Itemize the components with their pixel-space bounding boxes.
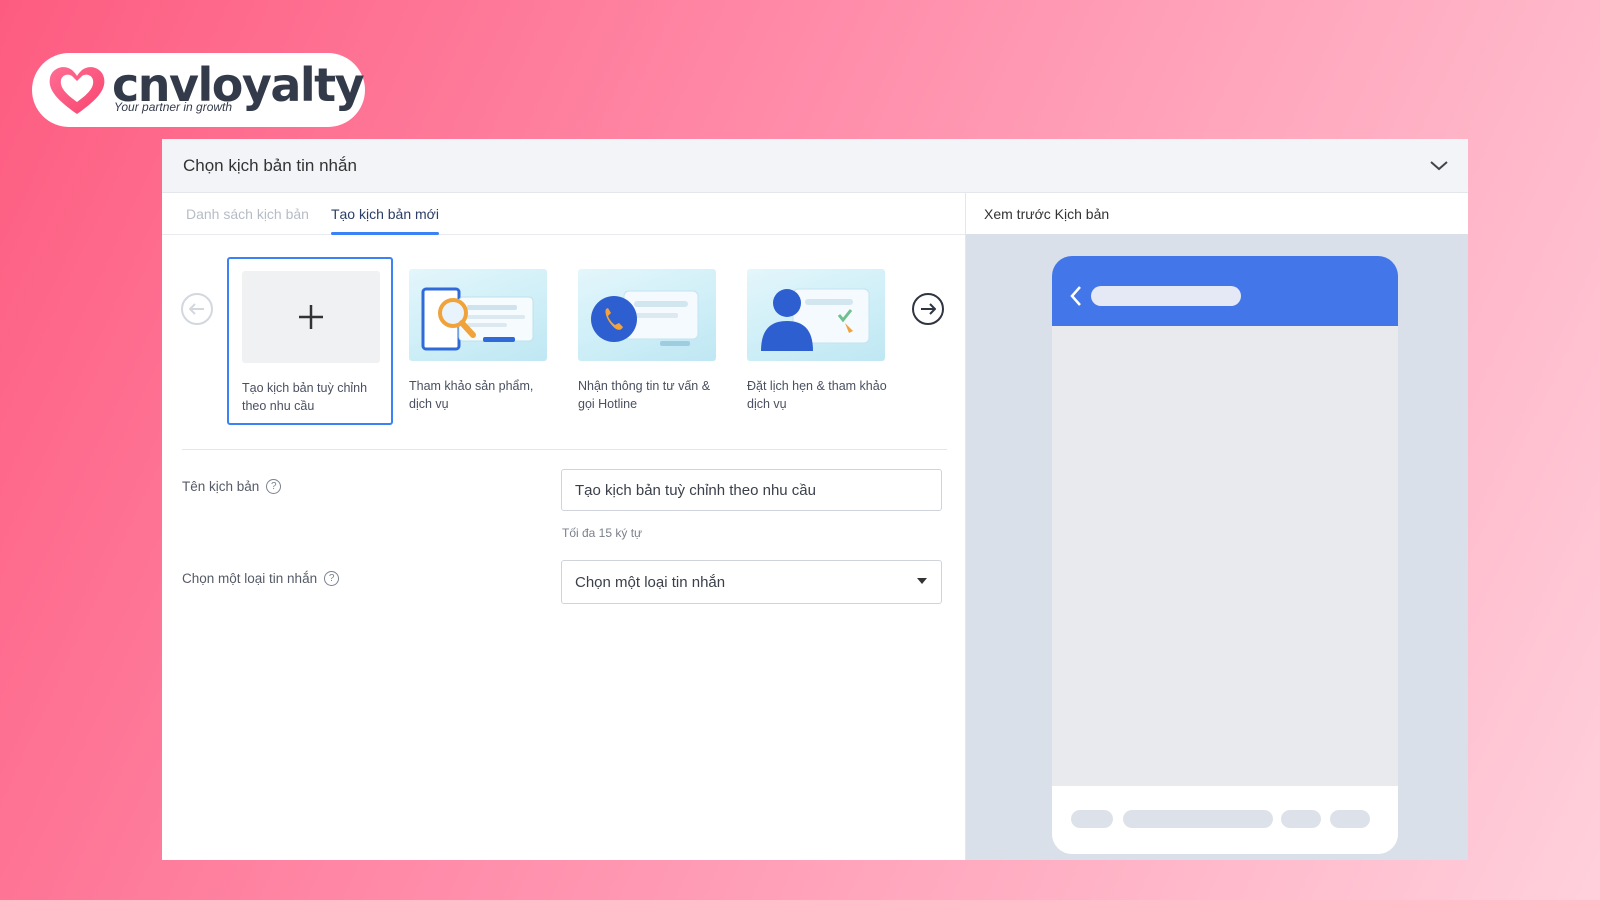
- template-card-hotline[interactable]: Nhận thông tin tư vấn & gọi Hotline: [565, 257, 731, 425]
- editor-section: Danh sách kịch bản Tạo kịch bản mới Tạo …: [162, 193, 966, 860]
- brand-tagline: Your partner in growth: [114, 100, 233, 114]
- message-type-select[interactable]: Chọn một loại tin nhắn: [561, 560, 942, 604]
- carousel-next-button[interactable]: [912, 293, 944, 325]
- heart-logo-icon: [49, 67, 105, 114]
- template-card-products[interactable]: Tham khảo sản phẩm, dịch vụ: [396, 257, 562, 425]
- tab-new-scenario[interactable]: Tạo kịch bản mới: [330, 193, 440, 235]
- divider: [182, 449, 947, 450]
- template-label: Tham khảo sản phẩm, dịch vụ: [409, 379, 534, 411]
- message-type-label-text: Chọn một loại tin nhắn: [182, 571, 318, 586]
- template-label: Đặt lịch hẹn & tham khảo dịch vụ: [747, 379, 887, 411]
- panel-title: Chọn kịch bản tin nhắn: [183, 155, 357, 175]
- appointment-person-icon: [761, 288, 870, 351]
- arrow-right-icon: [921, 303, 936, 315]
- template-thumb: [747, 269, 885, 361]
- help-icon[interactable]: ?: [324, 571, 340, 586]
- scenario-name-hint: Tối đa 15 ký tự: [562, 526, 643, 540]
- phone-mockup: [1052, 256, 1398, 854]
- brand-logo: cnvloyalty Your partner in growth: [32, 53, 365, 127]
- phone-header: [1052, 256, 1398, 326]
- template-label: Tạo kịch bản tuỳ chỉnh theo nhu cầu: [242, 381, 368, 413]
- scenario-panel: Chọn kịch bản tin nhắn Danh sách kịch bả…: [162, 139, 1468, 860]
- footer-placeholder: [1330, 810, 1370, 828]
- preview-section: Xem trước Kịch bản: [966, 193, 1468, 860]
- phone-call-icon: [591, 290, 699, 346]
- footer-placeholder: [1071, 810, 1113, 828]
- footer-placeholder: [1123, 810, 1273, 828]
- phone-footer: [1052, 786, 1398, 854]
- scenario-name-value: Tạo kịch bản tuỳ chỉnh theo nhu cầu: [575, 481, 816, 499]
- magnifier-product-icon: [421, 287, 534, 351]
- template-label: Nhận thông tin tư vấn & gọi Hotline: [578, 379, 711, 411]
- arrow-left-icon: [189, 303, 204, 315]
- template-thumb: [242, 271, 380, 363]
- template-card-custom[interactable]: Tạo kịch bản tuỳ chỉnh theo nhu cầu: [227, 257, 393, 425]
- scenario-name-label: Tên kịch bản ?: [182, 479, 282, 494]
- template-thumb: [578, 269, 716, 361]
- caret-down-icon: [917, 578, 927, 584]
- footer-placeholder: [1281, 810, 1321, 828]
- message-type-selected: Chọn một loại tin nhắn: [575, 573, 726, 591]
- template-thumb: [409, 269, 547, 361]
- chevron-left-icon: [1070, 286, 1081, 306]
- template-card-appointment[interactable]: Đặt lịch hẹn & tham khảo dịch vụ: [734, 257, 900, 425]
- tab-bar: Danh sách kịch bản Tạo kịch bản mới: [162, 193, 965, 235]
- carousel-prev-button[interactable]: [181, 293, 213, 325]
- scenario-name-label-text: Tên kịch bản: [182, 479, 260, 494]
- message-type-label: Chọn một loại tin nhắn ?: [182, 571, 340, 586]
- phone-title-placeholder: [1091, 286, 1241, 306]
- panel-header[interactable]: Chọn kịch bản tin nhắn: [162, 139, 1468, 193]
- chevron-down-icon[interactable]: [1428, 155, 1450, 177]
- scenario-name-input[interactable]: Tạo kịch bản tuỳ chỉnh theo nhu cầu: [561, 469, 942, 511]
- plus-icon: [299, 305, 323, 329]
- tab-scenario-list[interactable]: Danh sách kịch bản: [186, 193, 309, 234]
- help-icon[interactable]: ?: [266, 479, 282, 494]
- preview-title: Xem trước Kịch bản: [966, 193, 1468, 234]
